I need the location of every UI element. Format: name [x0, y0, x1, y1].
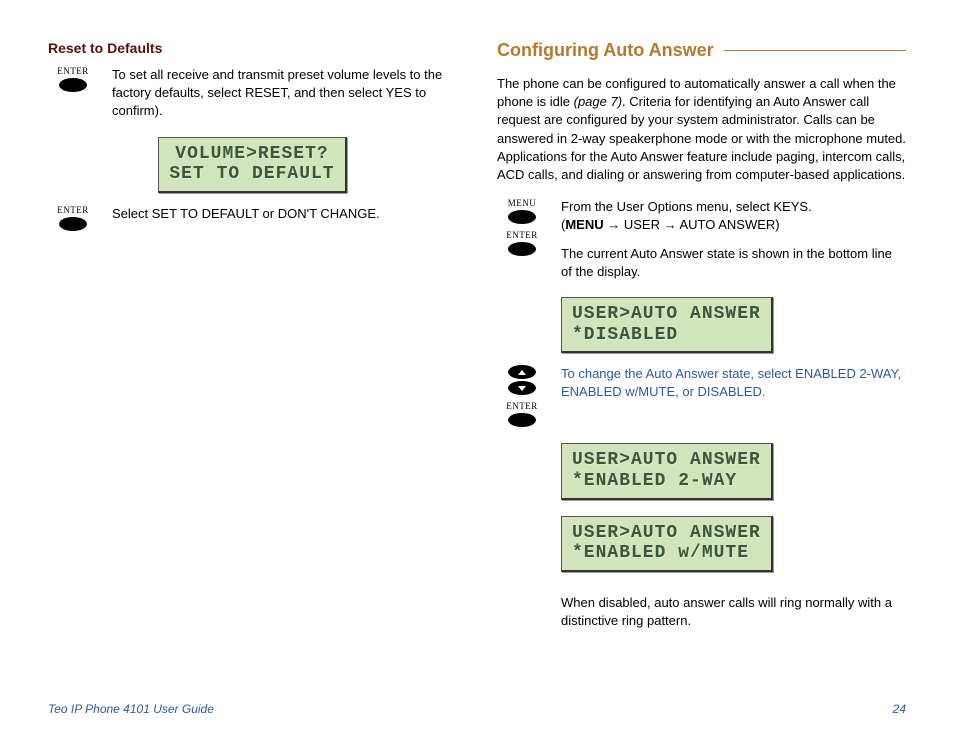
- enter-button-group: ENTER: [48, 66, 98, 121]
- auto-step1-line1: From the User Options menu, select KEYS.: [561, 198, 906, 216]
- auto-step-2: ENTER To change the Auto Answer state, s…: [497, 365, 906, 427]
- menu-path: → USER → AUTO ANSWER): [604, 217, 780, 232]
- page-reference: (page 7): [574, 94, 622, 109]
- lcd-auto-enabled-2way: USER>AUTO ANSWER *ENABLED 2-WAY: [561, 443, 773, 499]
- lcd-line: *ENABLED 2-WAY: [572, 471, 761, 492]
- auto-closing: When disabled, auto answer calls will ri…: [497, 594, 906, 630]
- lcd-line: SET TO DEFAULT: [169, 164, 334, 185]
- auto-step1-line3: The current Auto Answer state is shown i…: [561, 245, 906, 281]
- arrow-up-icon: [508, 365, 536, 379]
- lcd-auto-enabled-mute: USER>AUTO ANSWER *ENABLED w/MUTE: [561, 516, 773, 572]
- heading-rule: [724, 50, 906, 51]
- arrow-buttons: [508, 365, 536, 395]
- reset-step1-text: To set all receive and transmit preset v…: [112, 66, 457, 121]
- enter-button-group: ENTER: [48, 205, 98, 231]
- menu-button-icon: [508, 210, 536, 224]
- footer-title: Teo IP Phone 4101 User Guide: [48, 702, 214, 716]
- lcd-line: VOLUME>RESET?: [169, 144, 334, 165]
- page: Reset to Defaults ENTER To set all recei…: [0, 0, 954, 698]
- arrow-down-icon: [508, 381, 536, 395]
- lcd-line: USER>AUTO ANSWER: [572, 304, 761, 325]
- enter-label: ENTER: [57, 205, 89, 215]
- lcd-line: USER>AUTO ANSWER: [572, 523, 761, 544]
- enter-button-icon: [508, 413, 536, 427]
- right-column: Configuring Auto Answer The phone can be…: [497, 40, 906, 668]
- lcd-volume-reset: VOLUME>RESET? SET TO DEFAULT: [158, 137, 346, 193]
- left-column: Reset to Defaults ENTER To set all recei…: [48, 40, 457, 668]
- enter-label: ENTER: [506, 230, 538, 240]
- auto-closing-text: When disabled, auto answer calls will ri…: [561, 594, 906, 630]
- auto-answer-heading-text: Configuring Auto Answer: [497, 40, 714, 61]
- menu-bold: MENU: [565, 217, 603, 232]
- lcd-auto-disabled: USER>AUTO ANSWER *DISABLED: [561, 297, 773, 353]
- lcd-line: USER>AUTO ANSWER: [572, 450, 761, 471]
- enter-button-icon: [508, 242, 536, 256]
- enter-button-icon: [59, 217, 87, 231]
- page-footer: Teo IP Phone 4101 User Guide 24: [48, 702, 906, 716]
- reset-step2-text: Select SET TO DEFAULT or DON'T CHANGE.: [112, 205, 457, 231]
- spacer: [497, 594, 547, 630]
- auto-step1-body: From the User Options menu, select KEYS.…: [561, 198, 906, 281]
- enter-button-icon: [59, 78, 87, 92]
- auto-step1-line2: (MENU → USER → AUTO ANSWER): [561, 216, 906, 234]
- enter-label: ENTER: [57, 66, 89, 76]
- reset-step-1: ENTER To set all receive and transmit pr…: [48, 66, 457, 121]
- menu-label: MENU: [508, 198, 537, 208]
- enter-label: ENTER: [506, 401, 538, 411]
- lcd-line: *ENABLED w/MUTE: [572, 543, 761, 564]
- lcd-line: *DISABLED: [572, 325, 761, 346]
- auto-answer-intro: The phone can be configured to automatic…: [497, 75, 906, 184]
- arrows-enter-group: ENTER: [497, 365, 547, 427]
- lcd-wrapper: VOLUME>RESET? SET TO DEFAULT: [48, 129, 457, 205]
- auto-step-1: MENU ENTER From the User Options menu, s…: [497, 198, 906, 281]
- reset-step-2: ENTER Select SET TO DEFAULT or DON'T CHA…: [48, 205, 457, 231]
- menu-enter-group: MENU ENTER: [497, 198, 547, 281]
- footer-page-number: 24: [893, 702, 906, 716]
- auto-answer-heading: Configuring Auto Answer: [497, 40, 906, 61]
- reset-heading: Reset to Defaults: [48, 40, 457, 56]
- auto-step2-text: To change the Auto Answer state, select …: [561, 365, 906, 427]
